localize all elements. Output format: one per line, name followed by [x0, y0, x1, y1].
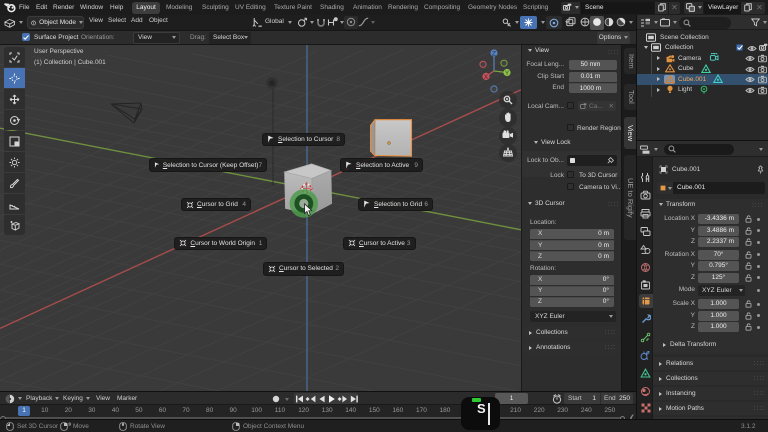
svg-text:Y: Y	[505, 70, 510, 77]
svg-text:Z: Z	[492, 51, 496, 58]
svg-text:X: X	[484, 74, 489, 81]
